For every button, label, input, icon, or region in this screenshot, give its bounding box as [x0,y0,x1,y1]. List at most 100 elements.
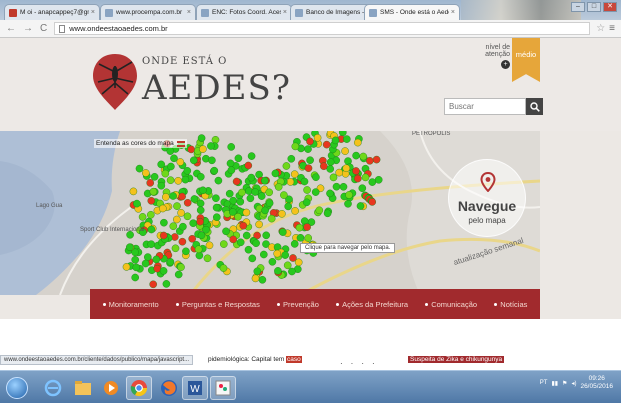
case-marker[interactable] [189,156,198,165]
case-marker[interactable] [283,261,292,270]
case-marker[interactable] [173,202,181,210]
case-marker[interactable] [126,243,134,251]
clock[interactable]: 09:26 26/05/2016 [580,375,613,391]
search-button[interactable] [526,98,543,115]
case-marker[interactable] [179,222,187,231]
case-marker[interactable] [150,173,159,181]
case-marker[interactable] [291,142,300,151]
case-marker[interactable] [291,207,299,215]
case-marker[interactable] [227,166,236,175]
case-marker[interactable] [339,183,348,191]
case-marker[interactable] [261,206,269,215]
case-marker[interactable] [183,199,192,207]
case-marker[interactable] [326,189,334,198]
case-marker[interactable] [159,267,168,275]
case-marker[interactable] [273,249,282,258]
case-marker[interactable] [199,145,207,153]
case-marker[interactable] [187,145,195,154]
case-marker[interactable] [278,228,287,236]
case-marker[interactable] [178,192,186,201]
tab-close-icon[interactable]: × [451,9,455,16]
case-marker[interactable] [226,159,235,168]
case-marker[interactable] [271,169,280,178]
case-marker[interactable] [304,164,313,173]
case-marker[interactable] [251,274,260,283]
case-marker[interactable] [229,235,237,244]
case-marker[interactable] [157,181,166,190]
forward-icon[interactable]: → [23,23,33,34]
browser-tab[interactable]: ENC: Fotos Coord. Acesp ...× [196,4,292,20]
case-marker[interactable] [160,218,168,227]
case-marker[interactable] [280,191,288,199]
case-marker[interactable] [177,209,185,217]
case-marker[interactable] [170,154,178,163]
case-marker[interactable] [138,213,147,221]
case-marker[interactable] [183,212,192,221]
case-marker[interactable] [255,220,263,229]
case-marker[interactable] [171,244,180,253]
case-marker[interactable] [183,167,192,175]
tab-close-icon[interactable]: × [187,9,191,16]
tab-close-icon[interactable]: × [91,9,95,16]
case-marker[interactable] [147,225,156,234]
case-marker[interactable] [302,198,311,207]
case-marker[interactable] [181,175,190,184]
case-marker[interactable] [329,173,338,182]
browser-tab[interactable]: M oi - anapcappeç7@gmail ...× [4,4,100,20]
case-marker[interactable] [286,178,295,186]
case-marker[interactable] [182,247,190,256]
case-marker[interactable] [174,270,183,279]
case-marker[interactable] [196,206,205,214]
case-marker[interactable] [157,160,165,169]
flag-icon[interactable]: ⚑ [562,380,567,387]
browser-menu-icon[interactable]: ≡ [609,23,615,34]
case-marker[interactable] [141,259,150,268]
case-marker[interactable] [252,239,260,247]
language-indicator[interactable]: PT [540,380,548,386]
case-marker[interactable] [342,164,351,173]
case-marker[interactable] [368,178,377,186]
case-marker[interactable] [172,215,181,224]
case-marker[interactable] [284,202,293,211]
case-marker[interactable] [238,188,246,197]
case-marker[interactable] [342,135,351,143]
case-marker[interactable] [166,176,175,185]
case-marker[interactable] [278,210,286,218]
case-marker[interactable] [258,275,267,284]
case-marker[interactable] [353,138,362,147]
case-marker[interactable] [274,183,283,191]
case-marker[interactable] [152,255,161,264]
case-marker[interactable] [265,199,274,207]
case-marker[interactable] [303,223,311,231]
case-marker[interactable] [345,191,353,199]
news-tag[interactable]: Suspeita de Zika e chikungunya [408,356,505,363]
case-marker[interactable] [208,156,216,165]
case-marker[interactable] [372,155,381,164]
case-marker[interactable] [169,222,178,230]
browser-tab[interactable]: www.procempa.com.br × [100,4,196,20]
chrome-icon[interactable] [126,376,152,400]
case-marker[interactable] [281,251,290,259]
case-marker[interactable] [319,162,328,171]
site-logo[interactable]: ONDE ESTÁ O AEDES? [90,50,290,122]
case-marker[interactable] [133,199,141,208]
case-marker[interactable] [135,164,144,173]
case-marker[interactable] [232,177,241,186]
case-marker[interactable] [303,186,311,194]
case-marker[interactable] [166,258,175,266]
case-marker[interactable] [257,192,266,200]
paint-icon[interactable] [210,376,236,400]
case-marker[interactable] [222,227,230,236]
case-marker[interactable] [234,213,242,221]
case-marker[interactable] [335,168,344,177]
tab-close-icon[interactable]: × [283,9,287,16]
case-marker[interactable] [197,231,206,240]
case-marker[interactable] [300,177,309,186]
case-marker[interactable] [306,137,314,146]
case-marker[interactable] [260,176,269,185]
search-input[interactable] [444,98,526,115]
case-marker[interactable] [219,240,228,248]
case-marker[interactable] [344,200,352,208]
case-marker[interactable] [322,140,331,149]
case-marker[interactable] [245,187,253,195]
